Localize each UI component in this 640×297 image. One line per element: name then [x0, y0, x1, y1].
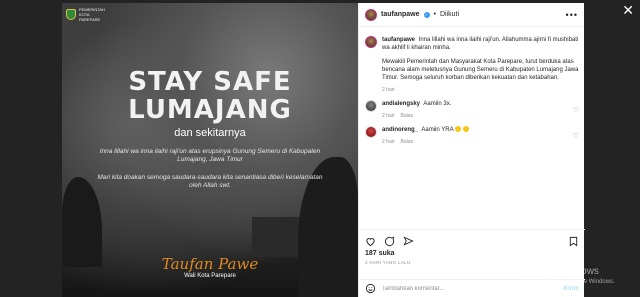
caption-time: 2 hari [382, 87, 395, 93]
signature-title: Wali Kota Parepare [184, 273, 236, 279]
watermark-subtitle: Go to Settings to activate Windows. [520, 279, 615, 285]
image-paragraph-2: Mari kita doakan semoga saudara-saudara … [97, 174, 323, 189]
headline-stay-safe: STAY SAFE [128, 67, 292, 97]
comment-text: Aamiin 3x. [423, 101, 452, 107]
headline-lumajang: LUMAJANG [128, 95, 292, 125]
verified-icon: ✓ [423, 11, 430, 18]
comment-username[interactable]: andinoreng_ [382, 127, 418, 133]
pray-emoji-icon [454, 126, 461, 133]
reply-button[interactable]: Balas [401, 138, 414, 146]
windows-activation-watermark: Activate Windows Go to Settings to activ… [520, 266, 615, 288]
bookmark-icon[interactable] [568, 236, 579, 247]
post-actions: 187 suka 2 HARI YANG LALU [359, 229, 585, 265]
post-time: 2 HARI YANG LALU [365, 260, 411, 265]
caption: taufanpawe Inna lillahi wa inna ilaihi r… [365, 36, 579, 94]
pray-emoji-icon [462, 126, 469, 133]
header-username[interactable]: taufanpawe [381, 11, 420, 18]
city-logo: PEMERINTAH KOTA PAREPARE [66, 7, 109, 22]
avatar[interactable] [365, 36, 377, 48]
comment-time: 2 hari [382, 113, 395, 119]
heart-icon[interactable] [365, 236, 376, 247]
more-options-icon[interactable]: ••• [566, 10, 578, 20]
post-side-panel: taufanpawe ✓ • Diikuti ••• taufanpawe In… [358, 3, 585, 297]
share-icon[interactable] [403, 235, 414, 247]
avatar[interactable] [365, 8, 377, 21]
headline-sub: dan sekitarnya [174, 127, 246, 139]
city-emblem-icon [66, 9, 76, 20]
caption-username[interactable]: taufanpawe [382, 37, 415, 43]
comment-text: Aamiin YRA [421, 127, 454, 133]
separator: • [433, 11, 436, 18]
heart-icon[interactable]: ♡ [573, 132, 579, 140]
avatar[interactable] [365, 100, 377, 112]
logo-text: PEMERINTAH KOTA PAREPARE [79, 7, 105, 22]
post-header: taufanpawe ✓ • Diikuti ••• [359, 3, 584, 27]
comment-row: andialengsky Aamiin 3x. 2 hari Balas ♡ [365, 100, 579, 120]
signature: Taufan Pawe [161, 255, 259, 273]
comment-icon[interactable] [384, 236, 395, 247]
follow-button[interactable]: Diikuti [440, 11, 459, 18]
image-paragraph-1: Inna lillahi wa inna ilaihi raji'un atas… [99, 148, 321, 163]
comments-list[interactable]: taufanpawe Inna lillahi wa inna ilaihi r… [359, 28, 585, 228]
reply-button[interactable]: Balas [401, 112, 414, 120]
caption-text-2: Mewakili Pemerintah dan Masyarakat Kota … [382, 59, 579, 81]
post-image: PEMERINTAH KOTA PAREPARE STAY SAFE LUMAJ… [62, 3, 358, 297]
emoji-icon[interactable] [365, 283, 376, 294]
tree-silhouette [62, 177, 102, 267]
comment-row: andinoreng_ Aamiin YRA 2 hari Balas ♡ [365, 126, 579, 146]
comment-time: 2 hari [382, 139, 395, 145]
avatar[interactable] [365, 126, 377, 138]
watermark-title: Activate Windows [520, 266, 599, 277]
likes-count[interactable]: 187 suka [365, 250, 579, 257]
post-modal: PEMERINTAH KOTA PAREPARE STAY SAFE LUMAJ… [62, 3, 585, 297]
heart-icon[interactable]: ♡ [573, 106, 579, 114]
comment-username[interactable]: andialengsky [382, 101, 420, 107]
close-icon[interactable]: ✕ [622, 2, 634, 19]
